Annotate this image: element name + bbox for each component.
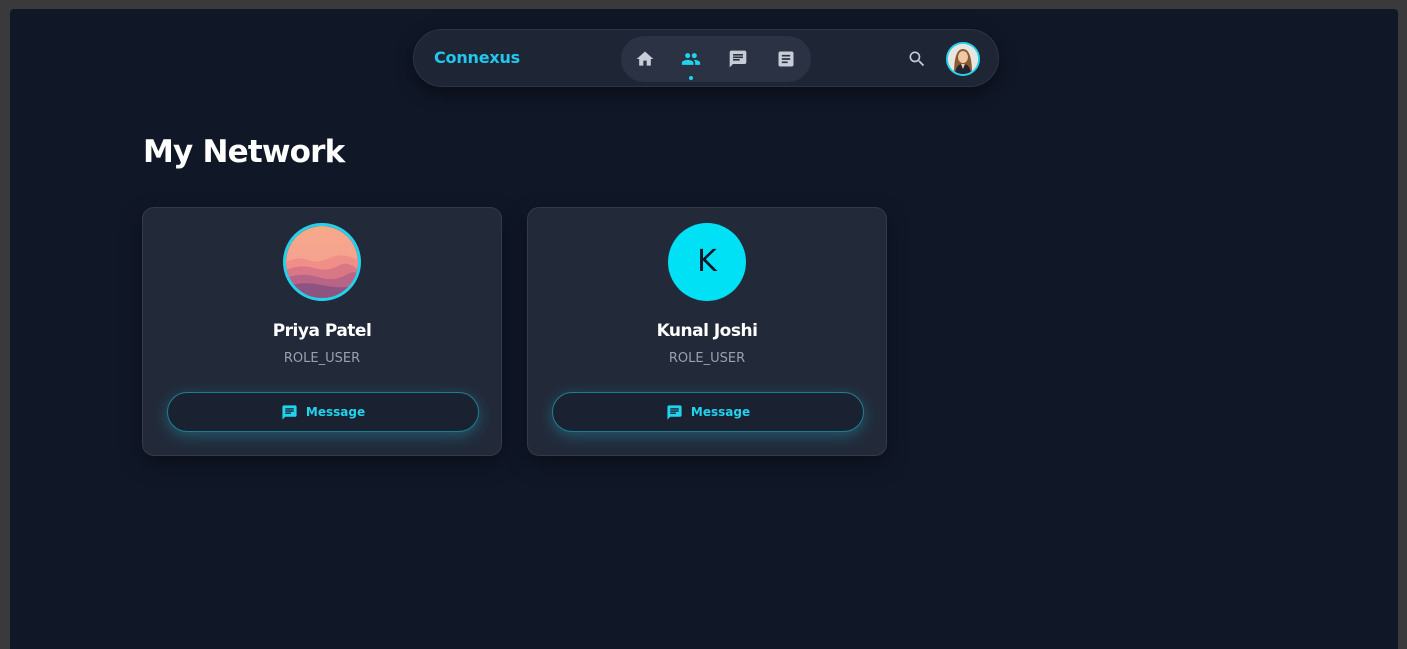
connection-name: Priya Patel — [272, 321, 372, 341]
search-icon[interactable] — [907, 49, 927, 69]
message-icon — [281, 404, 298, 421]
home-icon[interactable] — [635, 49, 655, 69]
page-title: My Network — [143, 134, 345, 170]
message-button-label: Message — [690, 405, 751, 419]
user-avatar[interactable] — [946, 42, 980, 76]
app-window: Connexus My Network Priya Patel ROLE_USE… — [10, 9, 1398, 649]
connection-name: Kunal Joshi — [656, 321, 758, 341]
active-indicator — [689, 76, 693, 80]
message-button[interactable]: Message — [552, 392, 864, 432]
people-icon[interactable] — [681, 49, 701, 69]
connection-card: Priya Patel ROLE_USER Message — [142, 207, 502, 456]
top-navbar: Connexus — [413, 29, 999, 87]
message-button[interactable]: Message — [167, 392, 479, 432]
avatar[interactable]: K — [668, 223, 746, 301]
message-button-label: Message — [305, 405, 366, 419]
connection-role: ROLE_USER — [283, 351, 361, 366]
connection-role: ROLE_USER — [668, 351, 746, 366]
chat-icon[interactable] — [728, 49, 748, 69]
avatar[interactable] — [283, 223, 361, 301]
nav-group — [621, 36, 811, 82]
message-icon — [666, 404, 683, 421]
article-icon[interactable] — [776, 49, 796, 69]
connection-card: K Kunal Joshi ROLE_USER Message — [527, 207, 887, 456]
brand-logo[interactable]: Connexus — [434, 48, 520, 67]
